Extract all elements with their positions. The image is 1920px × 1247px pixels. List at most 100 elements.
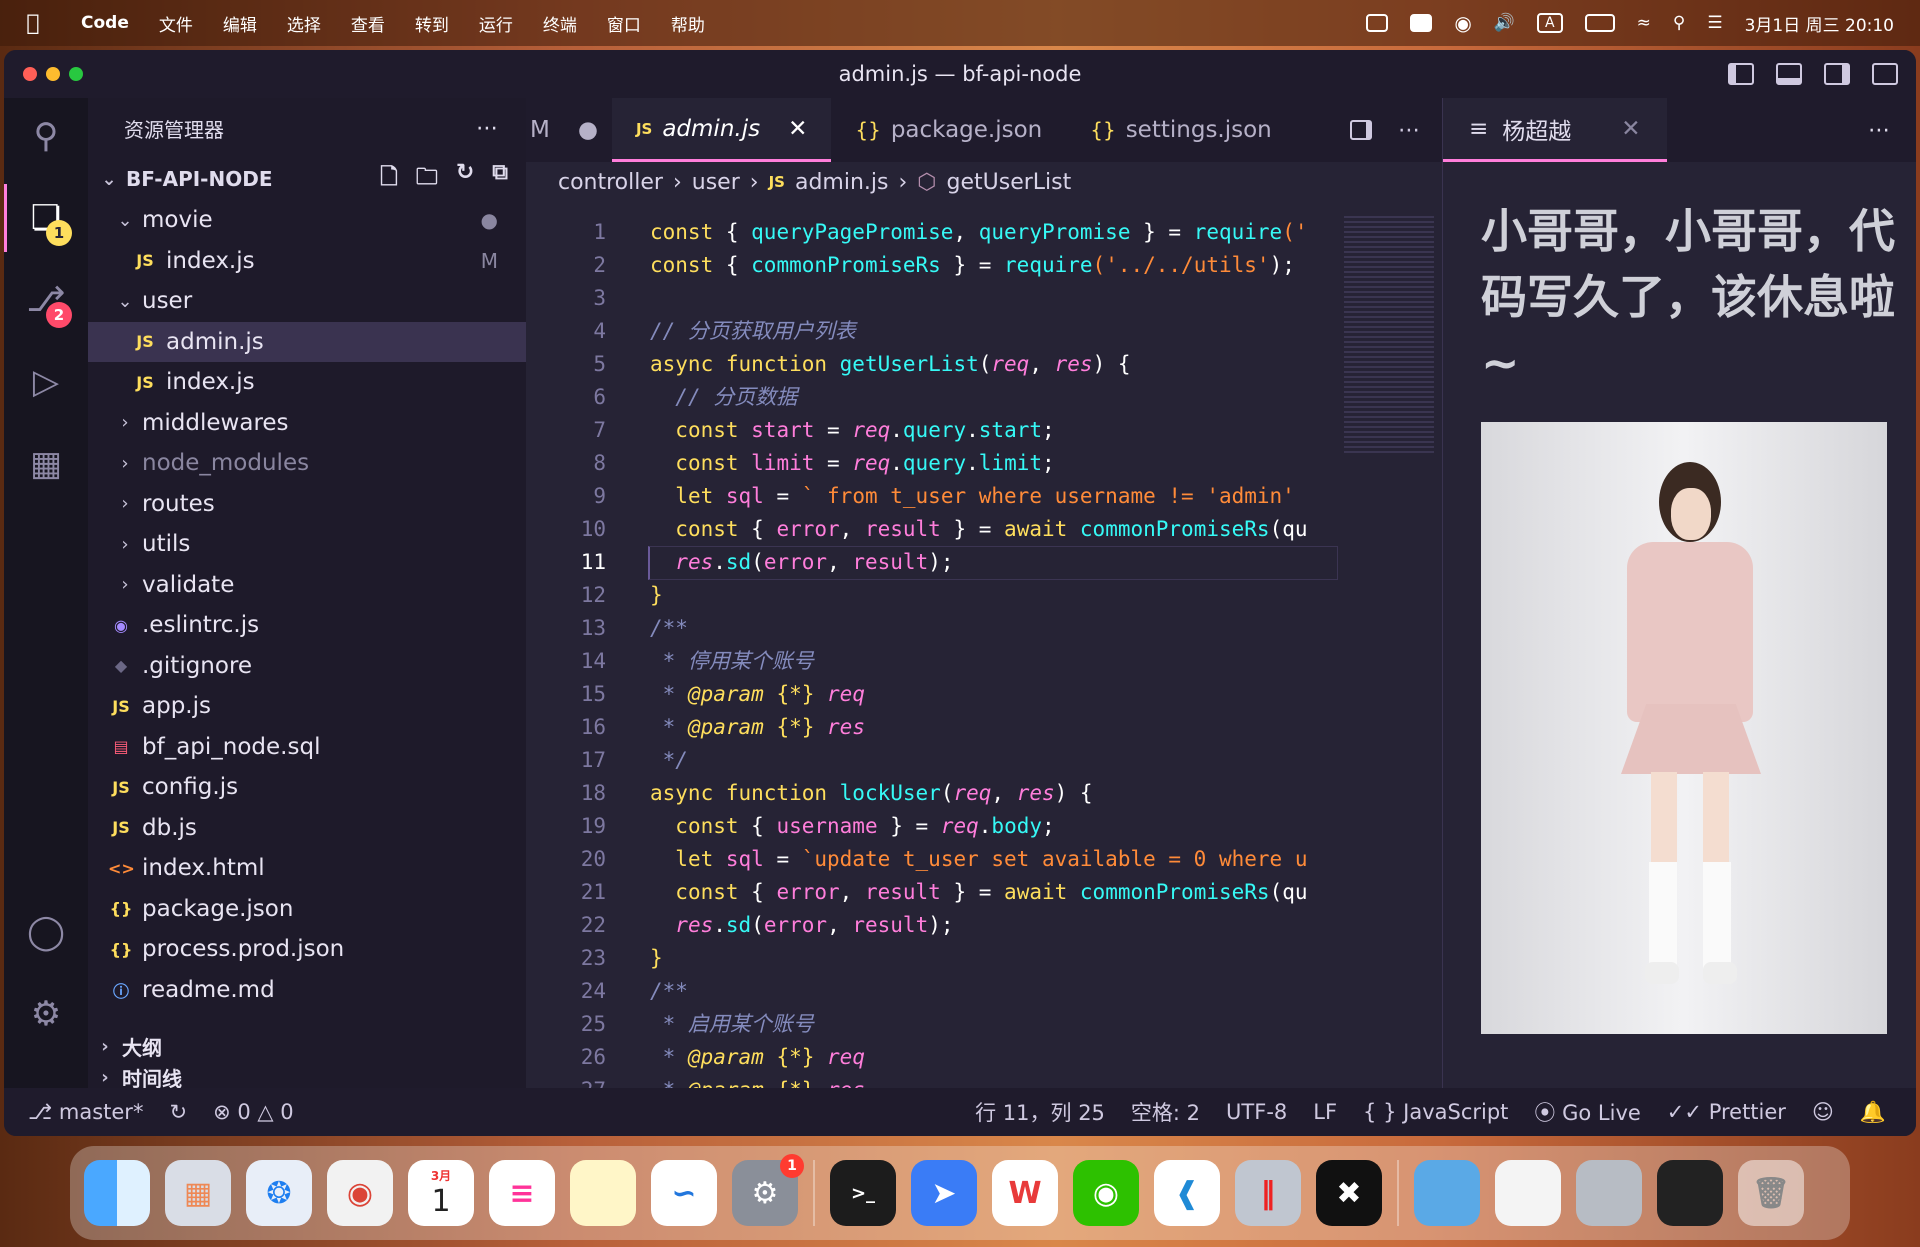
menu-app-name[interactable]: Code [66, 13, 144, 33]
breadcrumb-item[interactable]: user [692, 170, 740, 195]
dock-notes-icon[interactable] [570, 1160, 636, 1226]
search-icon[interactable]: ⚲ [22, 112, 70, 160]
settings-gear-icon[interactable]: ⚙ [22, 990, 70, 1038]
dock-chrome-icon[interactable]: ◉ [327, 1160, 393, 1226]
tree-folder[interactable]: › routes [88, 484, 526, 525]
outline-section[interactable]: › 大纲 [88, 1026, 526, 1067]
encoding-status[interactable]: UTF-8 [1226, 1100, 1287, 1124]
dock-finder-icon[interactable] [84, 1160, 150, 1226]
tree-file[interactable]: JS app.js [88, 686, 526, 727]
dock-launchpad-icon[interactable]: ▦ [165, 1160, 231, 1226]
wechat-icon[interactable]: ◉ [1454, 11, 1471, 35]
wps-icon[interactable] [1410, 14, 1433, 32]
dock-downloads-folder-icon[interactable] [1414, 1160, 1480, 1226]
volume-icon[interactable]: 🔊 [1494, 13, 1515, 33]
dock-reminders-icon[interactable]: ≡ [489, 1160, 555, 1226]
go-live-button[interactable]: ⦿ Go Live [1534, 1097, 1640, 1127]
tree-file[interactable]: JS config.js [88, 767, 526, 808]
code-editor[interactable]: 1 const { queryPagePromise, queryPromise … [526, 216, 1442, 1088]
apple-menu-icon[interactable]:  [0, 11, 66, 36]
dock-system-settings-icon[interactable]: ⚙ 1 [732, 1154, 804, 1226]
menu-edit[interactable]: 编辑 [208, 11, 272, 36]
new-folder-icon[interactable]: 🗀 [416, 160, 438, 198]
tree-file[interactable]: <> index.html [88, 848, 526, 889]
tree-file[interactable]: JS admin.js [88, 321, 526, 362]
menu-window[interactable]: 窗口 [592, 11, 656, 36]
run-debug-icon[interactable]: ▷ [22, 358, 70, 406]
refresh-icon[interactable]: ↻ [456, 160, 474, 198]
timeline-section[interactable]: › 时间线 [88, 1066, 526, 1091]
tree-file[interactable]: JS db.js [88, 808, 526, 849]
dock-trash-icon[interactable]: 🗑 [1738, 1160, 1804, 1226]
menu-file[interactable]: 文件 [144, 11, 208, 36]
editor-more-icon[interactable]: ⋯ [1398, 118, 1420, 143]
feedback-icon[interactable]: ☺ [1812, 1100, 1834, 1124]
panel-more-icon[interactable]: ⋯ [1868, 118, 1916, 143]
problems-status[interactable]: ⊗ 0 △ 0 [213, 1100, 294, 1124]
panel-tab[interactable]: ≡ 杨超越 ✕ [1443, 98, 1667, 162]
menubar-datetime[interactable]: 3月1日 周三 20:10 [1745, 11, 1894, 36]
tree-folder[interactable]: › validate [88, 565, 526, 606]
dock-safari-icon[interactable]: ❂ [246, 1160, 312, 1226]
menu-selection[interactable]: 选择 [272, 11, 336, 36]
breadcrumb-item[interactable]: admin.js [795, 170, 889, 195]
tree-file[interactable]: {} package.json [88, 889, 526, 930]
close-tab-icon[interactable]: ✕ [788, 116, 807, 142]
tree-file[interactable]: ◆ .gitignore [88, 646, 526, 687]
tree-file[interactable]: ◉ .eslintrc.js [88, 605, 526, 646]
collapse-all-icon[interactable]: ⧉ [492, 160, 508, 198]
source-control-icon[interactable]: ⎇ 2 [22, 276, 72, 328]
wifi-icon[interactable]: ≈ [1637, 13, 1651, 33]
prettier-status[interactable]: ✓✓ Prettier [1667, 1100, 1786, 1124]
more-actions-icon[interactable]: ⋯ [476, 116, 526, 141]
tree-file[interactable]: ▤ bf_api_node.sql [88, 727, 526, 768]
menu-terminal[interactable]: 终端 [528, 11, 592, 36]
dock-calendar-icon[interactable]: 3月 1 [408, 1160, 474, 1226]
notifications-bell-icon[interactable]: 🔔 [1860, 1100, 1886, 1125]
project-header[interactable]: ⌄ BF-API-NODE 🗋 🗀 ↻ ⧉ [88, 158, 526, 200]
menu-go[interactable]: 转到 [400, 11, 464, 36]
dock-terminal-icon[interactable]: >_ [830, 1160, 896, 1226]
branch-status[interactable]: ⎇ master* [28, 1100, 143, 1124]
indentation-status[interactable]: 空格: 2 [1131, 1097, 1200, 1127]
tree-folder[interactable]: › middlewares [88, 403, 526, 444]
dock-window-thumbnail-icon[interactable] [1576, 1160, 1642, 1226]
screen-mirror-icon[interactable] [1366, 14, 1389, 32]
battery-icon[interactable] [1584, 14, 1615, 32]
tree-folder[interactable]: › utils [88, 524, 526, 565]
control-center-icon[interactable]: ☰ [1707, 13, 1722, 33]
dock-parallels-icon[interactable]: ‖ [1235, 1160, 1301, 1226]
menu-run[interactable]: 运行 [464, 11, 528, 36]
menu-view[interactable]: 查看 [336, 11, 400, 36]
split-editor-icon[interactable] [1350, 120, 1372, 140]
tree-file[interactable]: JS index.js M [88, 241, 526, 282]
tree-folder[interactable]: ⌄ movie ● [88, 200, 526, 241]
spotlight-search-icon[interactable]: ⚲ [1673, 13, 1685, 33]
dock-wechat-icon[interactable]: ◉ [1073, 1160, 1139, 1226]
tab-admin-js[interactable]: JS admin.js ✕ [611, 98, 832, 162]
tree-file[interactable]: ⓘ readme.md [88, 970, 526, 1011]
minimap[interactable] [1344, 216, 1434, 456]
close-panel-tab-icon[interactable]: ✕ [1621, 116, 1640, 142]
tree-folder[interactable]: › node_modules [88, 443, 526, 484]
tree-file[interactable]: JS index.js [88, 362, 526, 403]
breadcrumb-item[interactable]: controller [558, 170, 663, 195]
dock-wps-icon[interactable]: W [992, 1160, 1058, 1226]
dock-freeform-icon[interactable]: ∽ [651, 1160, 717, 1226]
explorer-icon[interactable]: ❏ 1 [4, 184, 72, 252]
sync-icon[interactable]: ↻ [169, 1100, 187, 1124]
tree-file[interactable]: {} process.prod.json [88, 929, 526, 970]
menu-help[interactable]: 帮助 [656, 11, 720, 36]
eol-status[interactable]: LF [1313, 1100, 1337, 1124]
breadcrumb-item[interactable]: getUserList [947, 170, 1072, 195]
dock-dingtalk-icon[interactable]: ➤ [911, 1160, 977, 1226]
language-status[interactable]: { } JavaScript [1363, 1100, 1508, 1124]
tree-folder[interactable]: ⌄ user [88, 281, 526, 322]
tab-partial[interactable]: M ● [526, 98, 612, 162]
tab-package-json[interactable]: {} package.json [831, 98, 1066, 162]
extensions-icon[interactable]: ▦ [22, 440, 70, 488]
tab-settings-json[interactable]: {} settings.json [1066, 98, 1296, 162]
account-icon[interactable]: ◯ [22, 908, 70, 956]
dock-capcut-icon[interactable]: ✖ [1316, 1160, 1382, 1226]
dock-window-thumbnail-icon[interactable] [1495, 1160, 1561, 1226]
